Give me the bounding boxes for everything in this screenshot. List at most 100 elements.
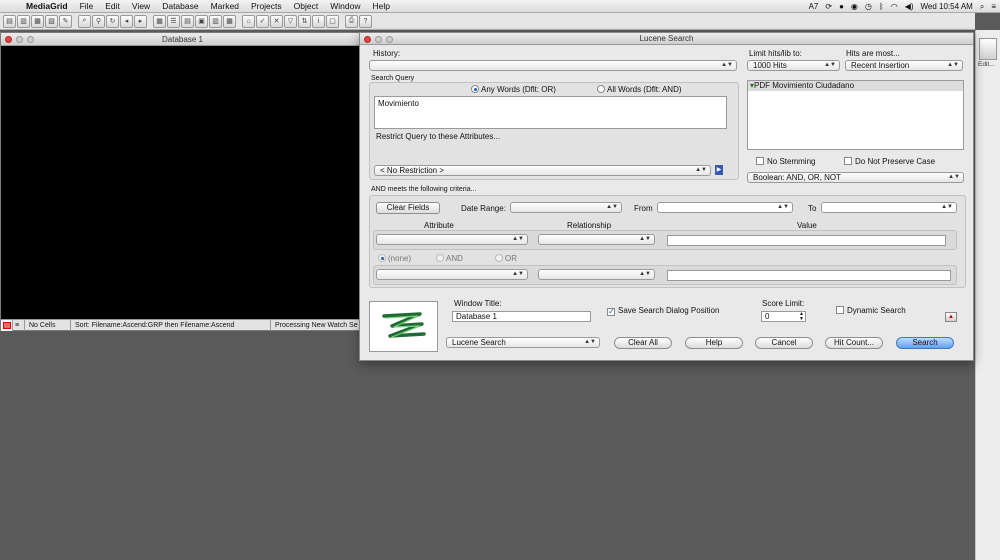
none-option[interactable]: (none): [378, 254, 411, 263]
find-icon[interactable]: ⚲: [92, 14, 105, 28]
stepper-icon[interactable]: ▲ ▼: [799, 312, 804, 322]
no-stemming-checkbox[interactable]: No Stemming: [756, 157, 815, 166]
back-icon[interactable]: ◂: [120, 14, 133, 28]
menu-view[interactable]: View: [126, 1, 156, 11]
collapse-button[interactable]: ▲: [945, 312, 957, 322]
menu-projects[interactable]: Projects: [245, 1, 288, 11]
volume-icon[interactable]: ◀): [905, 2, 914, 11]
menu-database[interactable]: Database: [156, 1, 204, 11]
no-preserve-case-checkbox[interactable]: Do Not Preserve Case: [844, 157, 935, 166]
adobe-icon[interactable]: A7: [809, 2, 819, 11]
refresh-icon[interactable]: ↻: [106, 14, 119, 28]
window-title-field[interactable]: Database 1: [452, 311, 591, 322]
restriction-arrow-button[interactable]: ▶: [715, 165, 723, 175]
sort-icon[interactable]: ⇅: [298, 14, 311, 28]
grid-icon[interactable]: ▦: [153, 14, 166, 28]
edit-panel-label[interactable]: Edit...: [978, 61, 995, 68]
save-position-checkbox[interactable]: ✓ Save Search Dialog Position: [607, 306, 719, 316]
layout-icon[interactable]: ▢: [326, 14, 339, 28]
zoom-button[interactable]: [27, 36, 34, 43]
hit-count-button[interactable]: Hit Count...: [825, 337, 883, 349]
dialog-minimize-button[interactable]: [375, 36, 382, 43]
attribute-select-1[interactable]: ▲▼: [376, 234, 528, 245]
library-list[interactable]: ▾PDF Movimiento Ciudadano: [747, 80, 964, 150]
new-database-icon[interactable]: ▤: [3, 14, 16, 28]
close-button[interactable]: [5, 36, 12, 43]
hits-are-most-select[interactable]: Recent Insertion ▲▼: [845, 60, 963, 71]
database-window-titlebar[interactable]: Database 1: [1, 33, 364, 46]
print-icon[interactable]: ⎙: [345, 14, 358, 28]
info-icon[interactable]: i: [312, 14, 325, 28]
clock[interactable]: Wed 10:54 AM: [921, 2, 973, 11]
menu-edit[interactable]: Edit: [99, 1, 126, 11]
dynamic-search-checkbox[interactable]: Dynamic Search: [836, 306, 906, 315]
bluetooth-icon[interactable]: ᛒ: [879, 2, 884, 11]
forward-icon[interactable]: ▸: [134, 14, 147, 28]
restriction-select[interactable]: < No Restriction > ▲▼: [374, 165, 711, 176]
query-textarea[interactable]: Movimiento: [374, 96, 727, 129]
cancel-button[interactable]: Cancel: [755, 337, 813, 349]
columns-icon[interactable]: ▥: [209, 14, 222, 28]
sync-icon[interactable]: ⟳: [825, 2, 832, 11]
any-words-option[interactable]: Any Words (Dflt: OR): [471, 85, 556, 94]
list-icon[interactable]: ☰: [167, 14, 180, 28]
dialog-zoom-button[interactable]: [386, 36, 393, 43]
boolean-select[interactable]: Boolean: AND, OR, NOT ▲▼: [747, 172, 964, 183]
date-range-select[interactable]: ▲▼: [510, 202, 622, 213]
menu-marked[interactable]: Marked: [205, 1, 245, 11]
relationship-select-1[interactable]: ▲▼: [538, 234, 655, 245]
value-field-1[interactable]: [667, 235, 946, 246]
menu-window[interactable]: Window: [324, 1, 366, 11]
to-date-field[interactable]: ▲▼: [821, 202, 957, 213]
and-option[interactable]: AND: [436, 254, 463, 263]
or-option[interactable]: OR: [495, 254, 517, 263]
radio-icon: [436, 254, 444, 262]
value-field-2[interactable]: [667, 270, 951, 281]
mark-icon[interactable]: ✓: [256, 14, 269, 28]
relationship-select-2[interactable]: ▲▼: [538, 269, 655, 280]
search-mode-select[interactable]: Lucene Search ▲▼: [446, 337, 600, 348]
tag-icon[interactable]: ⌂: [242, 14, 255, 28]
clear-all-button[interactable]: Clear All: [614, 337, 672, 349]
limit-hits-select[interactable]: 1000 Hits ▲▼: [747, 60, 840, 71]
unmark-icon[interactable]: ✕: [270, 14, 283, 28]
rows-icon[interactable]: ▦: [223, 14, 236, 28]
clear-fields-button[interactable]: Clear Fields: [376, 202, 440, 214]
menu-object[interactable]: Object: [288, 1, 325, 11]
export-icon[interactable]: ▧: [45, 14, 58, 28]
edit-icon[interactable]: ✎: [59, 14, 72, 28]
dynamic-search-label: Dynamic Search: [847, 306, 906, 315]
score-limit-field[interactable]: 0 ▲ ▼: [761, 311, 806, 322]
menu-app[interactable]: MediaGrid: [20, 1, 74, 11]
eye-icon[interactable]: ◉: [851, 2, 858, 11]
help-button[interactable]: Help: [685, 337, 743, 349]
minimize-button[interactable]: [16, 36, 23, 43]
thumbnail-icon[interactable]: ▣: [195, 14, 208, 28]
table-icon[interactable]: ▤: [181, 14, 194, 28]
import-icon[interactable]: ▦: [31, 14, 44, 28]
attribute-select-2[interactable]: ▲▼: [376, 269, 528, 280]
status-menu-icon[interactable]: ≡: [13, 319, 25, 331]
search-button[interactable]: Search: [896, 337, 954, 349]
wifi-icon[interactable]: ◠: [891, 2, 898, 11]
search-icon[interactable]: ⌕: [78, 14, 91, 28]
time-machine-icon[interactable]: ◷: [865, 2, 872, 11]
status-toggle-icon[interactable]: [1, 319, 13, 331]
toolbar-separator: [73, 15, 77, 28]
help-icon[interactable]: ?: [359, 14, 372, 28]
history-select[interactable]: ▲▼: [369, 60, 737, 71]
open-database-icon[interactable]: ▥: [17, 14, 30, 28]
from-date-field[interactable]: ▲▼: [657, 202, 793, 213]
menu-file[interactable]: File: [74, 1, 100, 11]
dialog-titlebar[interactable]: Lucene Search: [360, 33, 973, 45]
menu-help[interactable]: Help: [366, 1, 395, 11]
user-icon[interactable]: ●: [839, 2, 844, 11]
spotlight-icon[interactable]: ⌕: [980, 2, 984, 12]
library-list-item[interactable]: ▾PDF Movimiento Ciudadano: [748, 81, 963, 91]
edit-panel-icon[interactable]: [979, 38, 997, 60]
radio-icon: [495, 254, 503, 262]
all-words-option[interactable]: All Words (Dflt: AND): [597, 85, 682, 94]
filter-icon[interactable]: ▽: [284, 14, 297, 28]
notification-center-icon[interactable]: ≡: [991, 2, 996, 11]
dialog-close-button[interactable]: [364, 36, 371, 43]
